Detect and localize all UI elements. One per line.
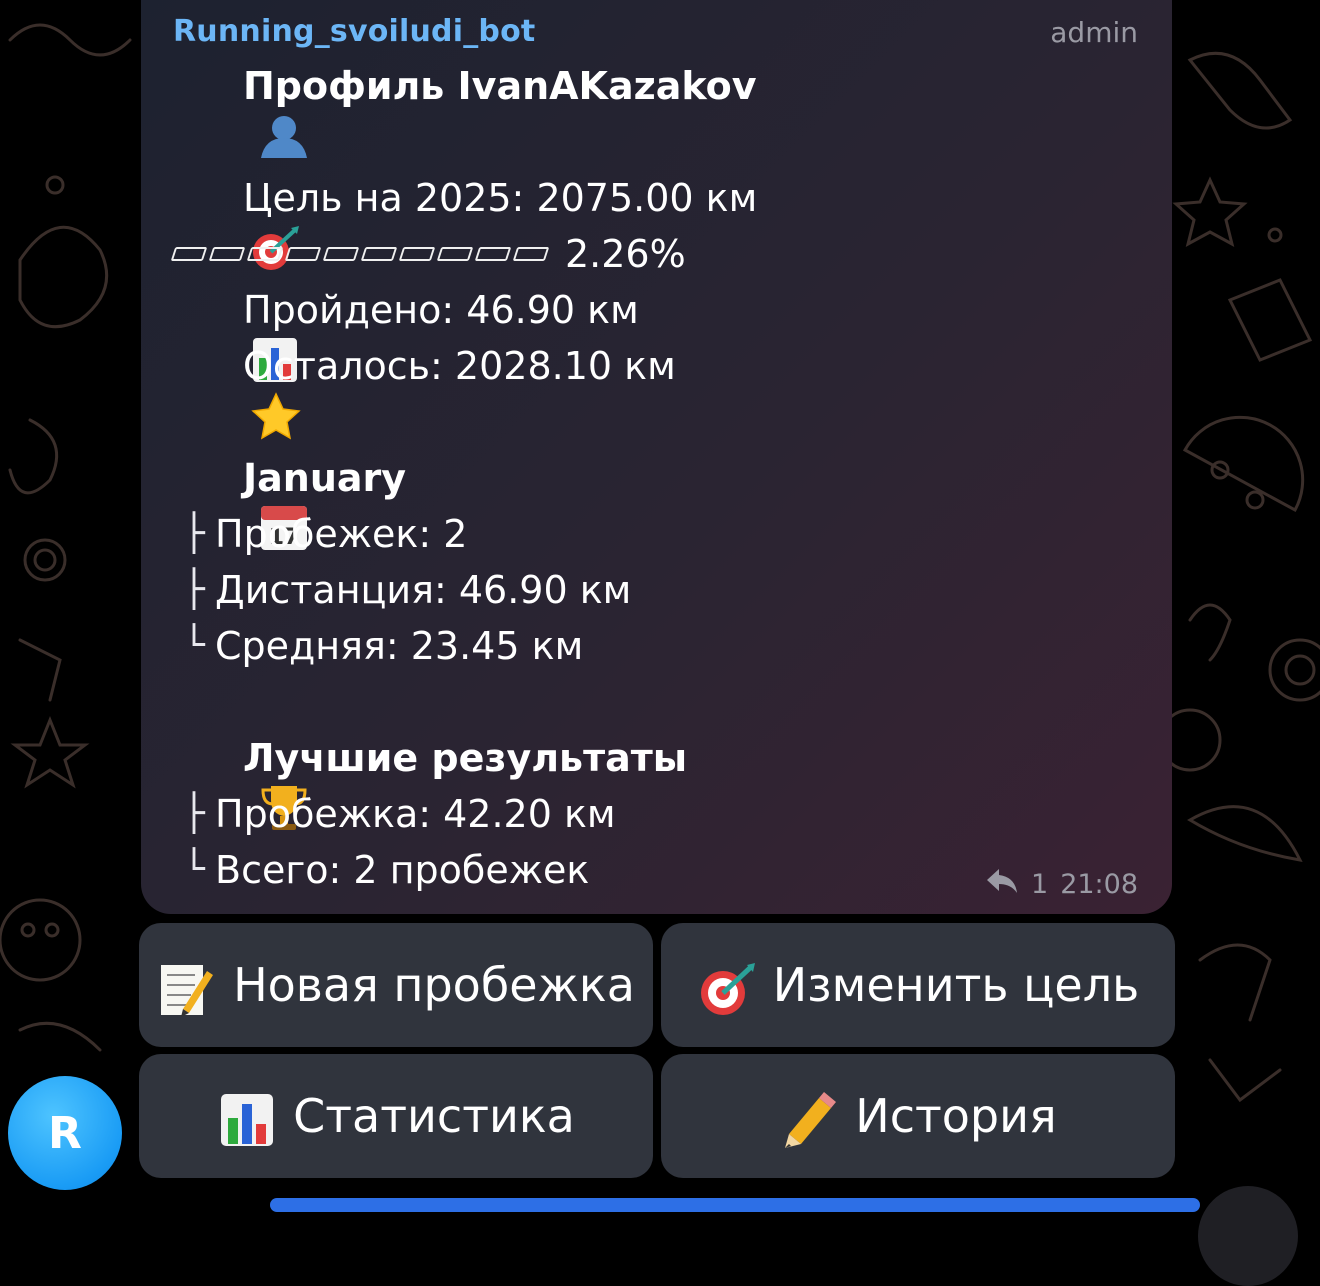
left-text: Осталось: 2028.10 км <box>243 344 676 388</box>
tree-branch: ├ <box>183 513 205 554</box>
bar-chart-icon <box>217 1086 277 1146</box>
month-title: January <box>243 456 407 500</box>
target-icon <box>697 955 757 1015</box>
best-stat-row: └ Всего: 2 пробежек <box>173 846 589 894</box>
calendar-icon: 17 <box>173 454 307 550</box>
best-run-text: Пробежка: 42.20 км <box>215 792 616 836</box>
tree-branch: └ <box>183 625 205 666</box>
progress-bar <box>170 247 550 261</box>
progress-percent: 2.26% <box>565 232 686 276</box>
goal-line: Цель на 2025: 2075.00 км <box>173 174 758 270</box>
history-button[interactable]: История <box>661 1054 1175 1178</box>
progress-line: 2.26% <box>170 230 686 278</box>
reply-count[interactable]: 1 <box>1031 869 1048 900</box>
pencil-icon <box>779 1086 839 1148</box>
bar-chart-icon <box>173 286 298 382</box>
month-stat-row: ├ Пробежек: 2 <box>173 510 467 558</box>
reply-icon[interactable] <box>985 867 1019 902</box>
history-label: История <box>855 1089 1057 1143</box>
left-line: Осталось: 2028.10 км <box>173 342 676 440</box>
tree-branch: └ <box>183 849 205 890</box>
message-meta: 1 21:08 <box>985 867 1138 902</box>
month-stat-row: ├ Дистанция: 46.90 км <box>173 566 631 614</box>
month-header: 17 January <box>173 454 407 550</box>
target-icon <box>173 174 300 270</box>
done-line: Пройдено: 46.90 км <box>173 286 639 382</box>
month-stat-row: └ Средняя: 23.45 км <box>173 622 583 670</box>
month-distance-text: Дистанция: 46.90 км <box>215 568 632 612</box>
done-text: Пройдено: 46.90 км <box>243 288 639 332</box>
profile-title: Профиль IvanAKazakov <box>243 64 757 108</box>
scroll-down-button[interactable] <box>1198 1186 1298 1286</box>
sender-name[interactable]: Running_svoiludi_bot <box>173 14 535 49</box>
new-run-button[interactable]: Новая пробежка <box>139 923 653 1047</box>
statistics-button[interactable]: Статистика <box>139 1054 653 1178</box>
profile-header: Профиль IvanAKazakov <box>173 62 757 158</box>
message-bubble: Running_svoiludi_bot admin Профиль IvanA… <box>141 0 1172 914</box>
star-icon <box>173 342 301 440</box>
tree-branch: ├ <box>183 569 205 610</box>
user-silhouette-icon <box>173 62 307 158</box>
avatar[interactable]: R <box>8 1076 122 1190</box>
avatar-letter: R <box>48 1107 82 1159</box>
best-header: Лучшие результаты <box>173 734 688 830</box>
change-goal-button[interactable]: Изменить цель <box>661 923 1175 1047</box>
change-goal-label: Изменить цель <box>772 958 1140 1012</box>
tree-branch: ├ <box>183 793 205 834</box>
goal-text: Цель на 2025: 2075.00 км <box>243 176 758 220</box>
input-bar-edge[interactable] <box>270 1198 1200 1212</box>
sender-role-badge: admin <box>1050 16 1138 49</box>
month-runs-text: Пробежек: 2 <box>215 512 468 556</box>
statistics-label: Статистика <box>293 1089 575 1143</box>
best-total-text: Всего: 2 пробежек <box>215 848 590 892</box>
new-run-label: Новая пробежка <box>233 958 635 1012</box>
trophy-icon <box>173 734 307 830</box>
message-time: 21:08 <box>1060 869 1138 900</box>
memo-icon <box>157 955 217 1017</box>
best-stat-row: ├ Пробежка: 42.20 км <box>173 790 616 838</box>
month-average-text: Средняя: 23.45 км <box>215 624 584 668</box>
best-title: Лучшие результаты <box>243 736 688 780</box>
